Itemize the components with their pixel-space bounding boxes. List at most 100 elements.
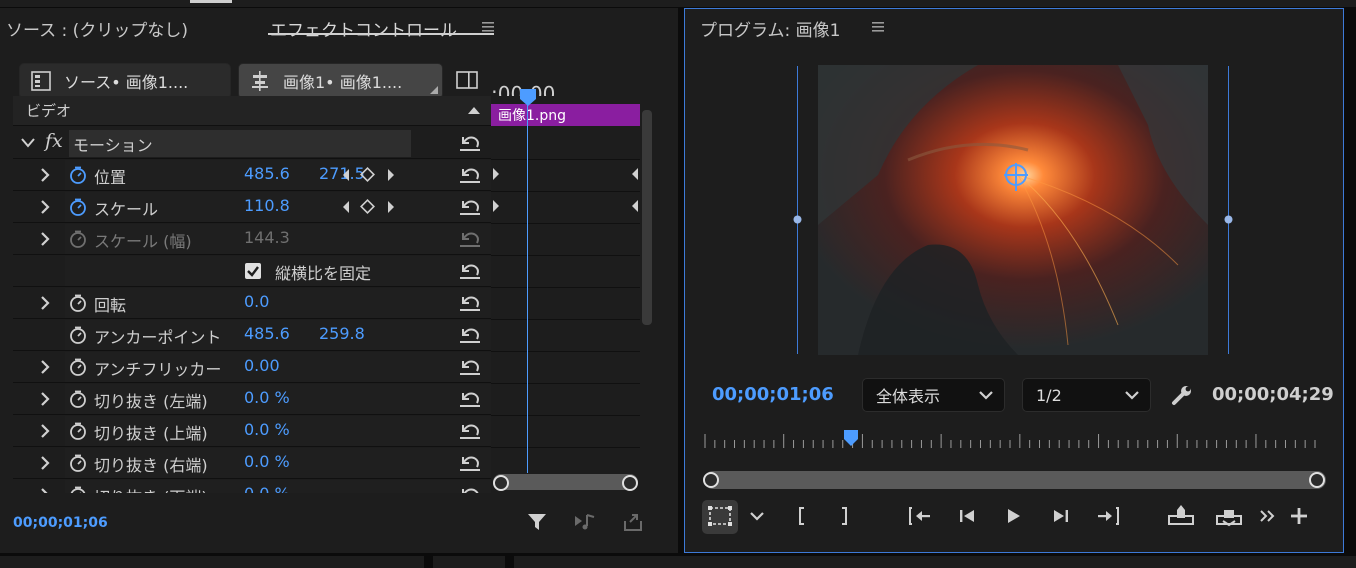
chevron-right-icon[interactable] — [37, 165, 53, 185]
reset-icon[interactable] — [457, 421, 483, 441]
effect-controls-timecode[interactable]: 00;00;01;06 — [13, 515, 108, 531]
reset-icon[interactable] — [457, 357, 483, 377]
wrench-icon[interactable] — [1170, 384, 1194, 408]
zoom-scrollbar[interactable] — [493, 474, 638, 490]
reset-icon[interactable] — [457, 453, 483, 473]
prop-rotation: 回転 0.0 — [13, 288, 491, 319]
bounds-line-right — [1228, 66, 1229, 354]
effect-motion[interactable]: fx モーション — [13, 128, 491, 159]
hamburger-icon[interactable] — [871, 20, 885, 34]
video-preview[interactable] — [818, 65, 1208, 355]
add-button-icon[interactable] — [1285, 502, 1313, 530]
source-clip-label: ソース• 画像1.... — [64, 73, 189, 92]
effect-timeline[interactable]: 画像1.png — [491, 96, 640, 493]
lift-icon[interactable] — [1167, 502, 1195, 530]
zoom-dropdown[interactable]: 全体表示 — [862, 378, 1005, 412]
extract-icon[interactable] — [1215, 502, 1243, 530]
program-time-ruler[interactable] — [703, 432, 1317, 452]
stopwatch-icon[interactable] — [69, 326, 87, 344]
crop-top-value[interactable]: 0.0 % — [244, 420, 290, 439]
reset-icon[interactable] — [457, 165, 483, 185]
keyframe-end-icon[interactable] — [631, 199, 639, 213]
sequence-clip-button[interactable]: 画像1• 画像1.... — [238, 63, 443, 99]
panel-toggle-icon[interactable] — [455, 70, 479, 90]
scrollbar-thumb[interactable] — [642, 110, 652, 325]
program-playhead[interactable] — [842, 428, 860, 448]
crop-left-value[interactable]: 0.0 % — [244, 388, 290, 407]
chevron-right-icon[interactable] — [37, 293, 53, 313]
section-label: ビデオ — [26, 102, 72, 120]
keyframe-start-icon[interactable] — [492, 199, 500, 213]
zoom-handle-right[interactable] — [1308, 471, 1326, 489]
program-current-time[interactable]: 00;00;01;06 — [712, 384, 834, 405]
anchor-point-crosshair[interactable] — [1002, 161, 1030, 195]
zoom-handle-left[interactable] — [702, 471, 720, 489]
scale-value[interactable]: 110.8 — [244, 196, 290, 215]
prop-position: 位置 485.6 271.5 — [13, 160, 491, 191]
prop-crop-bottom: 切り抜き (下端) 0.0 % — [13, 480, 491, 493]
play-audio-icon[interactable] — [573, 512, 599, 532]
source-clip-button[interactable]: ソース• 画像1.... — [19, 63, 231, 99]
reset-icon[interactable] — [457, 293, 483, 313]
zoom-handle-left[interactable] — [492, 474, 510, 492]
play-icon[interactable] — [999, 502, 1027, 530]
chevron-right-icon[interactable] — [37, 357, 53, 377]
effect-name: モーション — [73, 136, 153, 155]
reset-icon[interactable] — [457, 325, 483, 345]
more-controls-icon[interactable] — [1255, 502, 1283, 530]
uniform-scale-checkbox[interactable] — [244, 262, 262, 280]
stopwatch-active-icon[interactable] — [69, 198, 87, 216]
rotation-value[interactable]: 0.0 — [244, 292, 269, 311]
chevron-right-icon[interactable] — [37, 421, 53, 441]
stopwatch-icon — [70, 230, 86, 248]
bounds-handle-left[interactable] — [792, 214, 803, 225]
program-zoom-bar[interactable] — [704, 471, 1326, 489]
export-icon[interactable] — [622, 511, 644, 533]
anchor-x-value[interactable]: 485.6 — [244, 324, 290, 343]
chevron-down-icon[interactable] — [743, 502, 771, 530]
tab-source[interactable]: ソース : (クリップなし) — [6, 16, 188, 41]
go-to-in-icon[interactable] — [906, 502, 934, 530]
anchor-y-value[interactable]: 259.8 — [319, 324, 365, 343]
reset-icon[interactable] — [457, 133, 483, 153]
step-forward-icon[interactable] — [1047, 502, 1075, 530]
reset-icon[interactable] — [457, 261, 483, 281]
bounds-handle-right[interactable] — [1223, 214, 1234, 225]
keyframe-start-icon[interactable] — [492, 167, 500, 181]
tab-effect-controls[interactable]: エフェクトコントロール — [270, 16, 457, 41]
reset-icon[interactable] — [457, 389, 483, 409]
stopwatch-icon[interactable] — [69, 486, 87, 493]
stopwatch-icon[interactable] — [69, 294, 87, 312]
stopwatch-icon[interactable] — [69, 454, 87, 472]
keyframe-nav[interactable] — [339, 198, 409, 216]
chevron-right-icon[interactable] — [37, 485, 53, 493]
stopwatch-icon[interactable] — [69, 422, 87, 440]
stopwatch-active-icon[interactable] — [69, 166, 87, 184]
mark-in-icon[interactable] — [788, 502, 816, 530]
crop-right-value[interactable]: 0.0 % — [244, 452, 290, 471]
step-back-icon[interactable] — [953, 502, 981, 530]
keyframe-end-icon[interactable] — [631, 167, 639, 181]
keyframe-nav[interactable] — [339, 166, 409, 184]
hamburger-icon[interactable] — [481, 20, 495, 34]
chevron-right-icon[interactable] — [37, 197, 53, 217]
collapse-up-icon[interactable] — [467, 105, 481, 115]
go-to-out-icon[interactable] — [1094, 502, 1122, 530]
stopwatch-icon[interactable] — [69, 358, 87, 376]
reset-icon[interactable] — [457, 485, 483, 493]
zoom-handle-right[interactable] — [621, 474, 639, 492]
playhead-marker[interactable] — [518, 87, 538, 107]
resolution-dropdown[interactable]: 1/2 — [1022, 378, 1151, 412]
reset-icon[interactable] — [457, 197, 483, 217]
mark-out-icon[interactable] — [830, 502, 858, 530]
program-monitor-title[interactable]: プログラム: 画像1 — [700, 16, 840, 41]
filter-icon[interactable] — [526, 511, 548, 533]
crop-bottom-value[interactable]: 0.0 % — [244, 484, 290, 493]
stopwatch-icon[interactable] — [69, 390, 87, 408]
chevron-right-icon[interactable] — [37, 229, 53, 249]
chevron-right-icon[interactable] — [37, 389, 53, 409]
anti-flicker-value[interactable]: 0.00 — [244, 356, 280, 375]
position-x-value[interactable]: 485.6 — [244, 164, 290, 183]
chevron-down-icon[interactable] — [21, 137, 35, 149]
chevron-right-icon[interactable] — [37, 453, 53, 473]
